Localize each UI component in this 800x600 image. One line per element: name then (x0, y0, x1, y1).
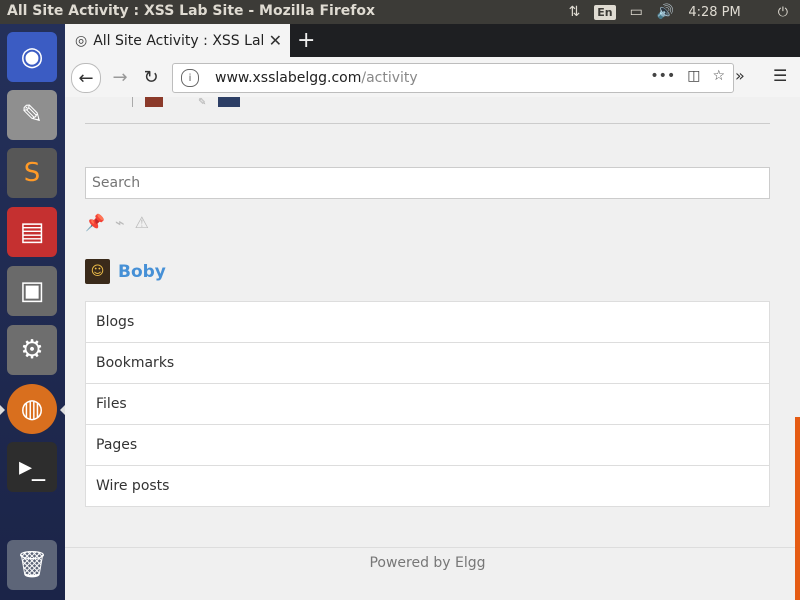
launcher: ◉ ✎ S ▤ ▣ ⚙ ◍ ▸_ 🗑 (0, 24, 65, 600)
avatar[interactable] (145, 97, 163, 107)
owner-block: ☺ Boby (85, 259, 166, 284)
avatar[interactable] (218, 97, 240, 107)
owner-tools: 📌 ⌁ ⚠ (85, 213, 149, 232)
footer-divider (65, 547, 800, 548)
search-box[interactable] (85, 167, 770, 199)
trash-icon[interactable]: 🗑 (7, 540, 57, 590)
menu-item-files[interactable]: Files (86, 384, 769, 425)
url-text[interactable]: www.xsslabelgg.com/activity (215, 70, 418, 86)
pencil-icon: ✎ (198, 97, 207, 108)
network-icon[interactable]: ⇅ (569, 4, 581, 20)
url-actions: ••• ◫ ☆ (650, 68, 725, 84)
page-actions-icon[interactable]: ••• (650, 68, 675, 84)
url-bar[interactable]: i www.xsslabelgg.com/activity ••• ◫ ☆ (172, 63, 734, 93)
activity-strip: ✎ (85, 97, 770, 124)
elgg-favicon-icon: ◎ (75, 32, 88, 49)
power-icon[interactable]: ⏻ (778, 5, 788, 20)
terminal-icon[interactable]: ▸_ (7, 442, 57, 492)
warning-icon[interactable]: ⚠ (135, 213, 149, 232)
new-tab-button[interactable]: + (297, 28, 315, 53)
divider (132, 97, 133, 107)
file-manager-icon[interactable]: ▣ (7, 266, 57, 316)
overflow-menu-icon[interactable]: » (735, 66, 745, 85)
system-top-bar: All Site Activity : XSS Lab Site - Mozil… (0, 0, 800, 24)
window-title: All Site Activity : XSS Lab Site - Mozil… (7, 3, 375, 19)
pocket-icon[interactable]: ◫ (687, 68, 700, 84)
menu-item-wire-posts[interactable]: Wire posts (86, 466, 769, 506)
owner-name[interactable]: Boby (118, 262, 166, 282)
tab-bar: ◎ All Site Activity : XSS Lab Site ✕ + (65, 24, 800, 57)
keyboard-language[interactable]: En (594, 4, 616, 20)
active-indicator-icon (0, 405, 5, 415)
site-info-icon[interactable]: i (181, 69, 199, 87)
text-editor-icon[interactable]: ✎ (7, 90, 57, 140)
navigation-bar: ← → ↻ i www.xsslabelgg.com/activity ••• … (65, 57, 800, 98)
menu-item-blogs[interactable]: Blogs (86, 302, 769, 343)
close-tab-icon[interactable]: ✕ (269, 31, 282, 50)
firefox-icon[interactable]: ◍ (7, 384, 57, 434)
forward-button[interactable]: → (106, 63, 134, 91)
footer-text[interactable]: Powered by Elgg (65, 555, 790, 571)
owner-avatar[interactable]: ☺ (85, 259, 110, 284)
pin-icon[interactable]: 📌 (85, 213, 105, 232)
search-input[interactable] (86, 168, 764, 198)
sublime-text-icon[interactable]: S (7, 148, 57, 198)
ubuntu-logo-icon[interactable]: ◉ (7, 32, 57, 82)
clock[interactable]: 4:28 PM (688, 5, 740, 20)
terminator-icon[interactable]: ▤ (7, 207, 57, 257)
menu-item-pages[interactable]: Pages (86, 425, 769, 466)
owner-menu: Blogs Bookmarks Files Pages Wire posts (85, 301, 770, 507)
hamburger-menu-icon[interactable]: ☰ (773, 66, 787, 85)
reload-button[interactable]: ↻ (137, 63, 165, 91)
system-settings-icon[interactable]: ⚙ (7, 325, 57, 375)
url-path: /activity (361, 70, 418, 86)
system-tray: ⇅ En ▭ 🔊 4:28 PM ⏻ (569, 0, 800, 24)
rss-icon[interactable]: ⌁ (115, 213, 125, 232)
scrollbar[interactable] (795, 417, 800, 600)
tab-title: All Site Activity : XSS Lab Site (93, 32, 263, 49)
page-content: ✎ 📌 ⌁ ⚠ ☺ Boby Blogs Bookmarks Files Pag… (65, 97, 800, 600)
active-tab[interactable]: ◎ All Site Activity : XSS Lab Site ✕ (65, 24, 290, 57)
back-button[interactable]: ← (71, 63, 101, 93)
volume-icon[interactable]: 🔊 (657, 4, 674, 20)
bookmark-star-icon[interactable]: ☆ (712, 68, 725, 84)
menu-item-bookmarks[interactable]: Bookmarks (86, 343, 769, 384)
battery-icon[interactable]: ▭ (630, 4, 643, 20)
url-domain: www.xsslabelgg.com (215, 70, 362, 86)
